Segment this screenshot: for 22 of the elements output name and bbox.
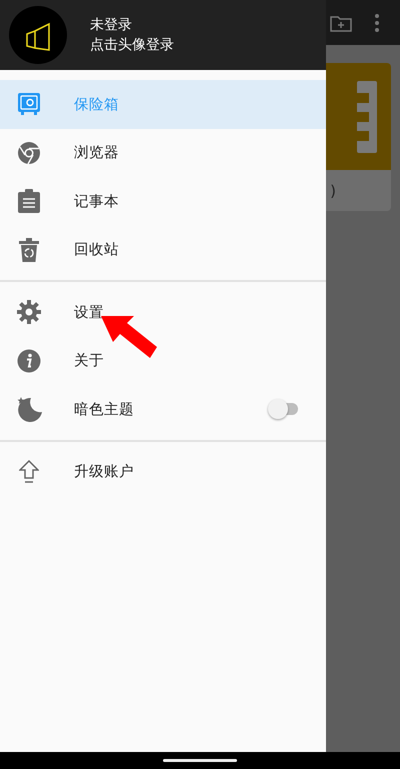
more-icon[interactable] (374, 12, 380, 32)
menu-item[interactable]: 设置 (0, 288, 326, 336)
add-folder-icon[interactable] (330, 14, 352, 32)
menu-item[interactable]: 浏览器 (0, 128, 326, 177)
menu-item[interactable]: 暗色主题 (0, 385, 326, 434)
pointer-arrow-drawing (101, 316, 157, 360)
moon-stars-icon (16, 396, 42, 422)
avatar-logo-icon[interactable] (9, 6, 67, 64)
menu-item[interactable]: 关于 (0, 336, 326, 385)
clipboard-icon (17, 189, 41, 214)
login-hint[interactable]: 点击头像登录 (90, 36, 174, 54)
film-icon (357, 80, 377, 152)
login-status: 未登录 (90, 16, 133, 34)
upload-arrow-icon (19, 460, 39, 484)
menu-item[interactable]: 回收站 (0, 226, 326, 274)
safe-icon (17, 92, 41, 116)
browser-icon (17, 140, 41, 165)
card-caption: ) (330, 182, 336, 200)
menu-item[interactable]: 升级账户 (0, 448, 326, 496)
recycle-bin-icon (18, 238, 40, 262)
menu-item[interactable]: 记事本 (0, 177, 326, 226)
info-icon (17, 348, 41, 373)
